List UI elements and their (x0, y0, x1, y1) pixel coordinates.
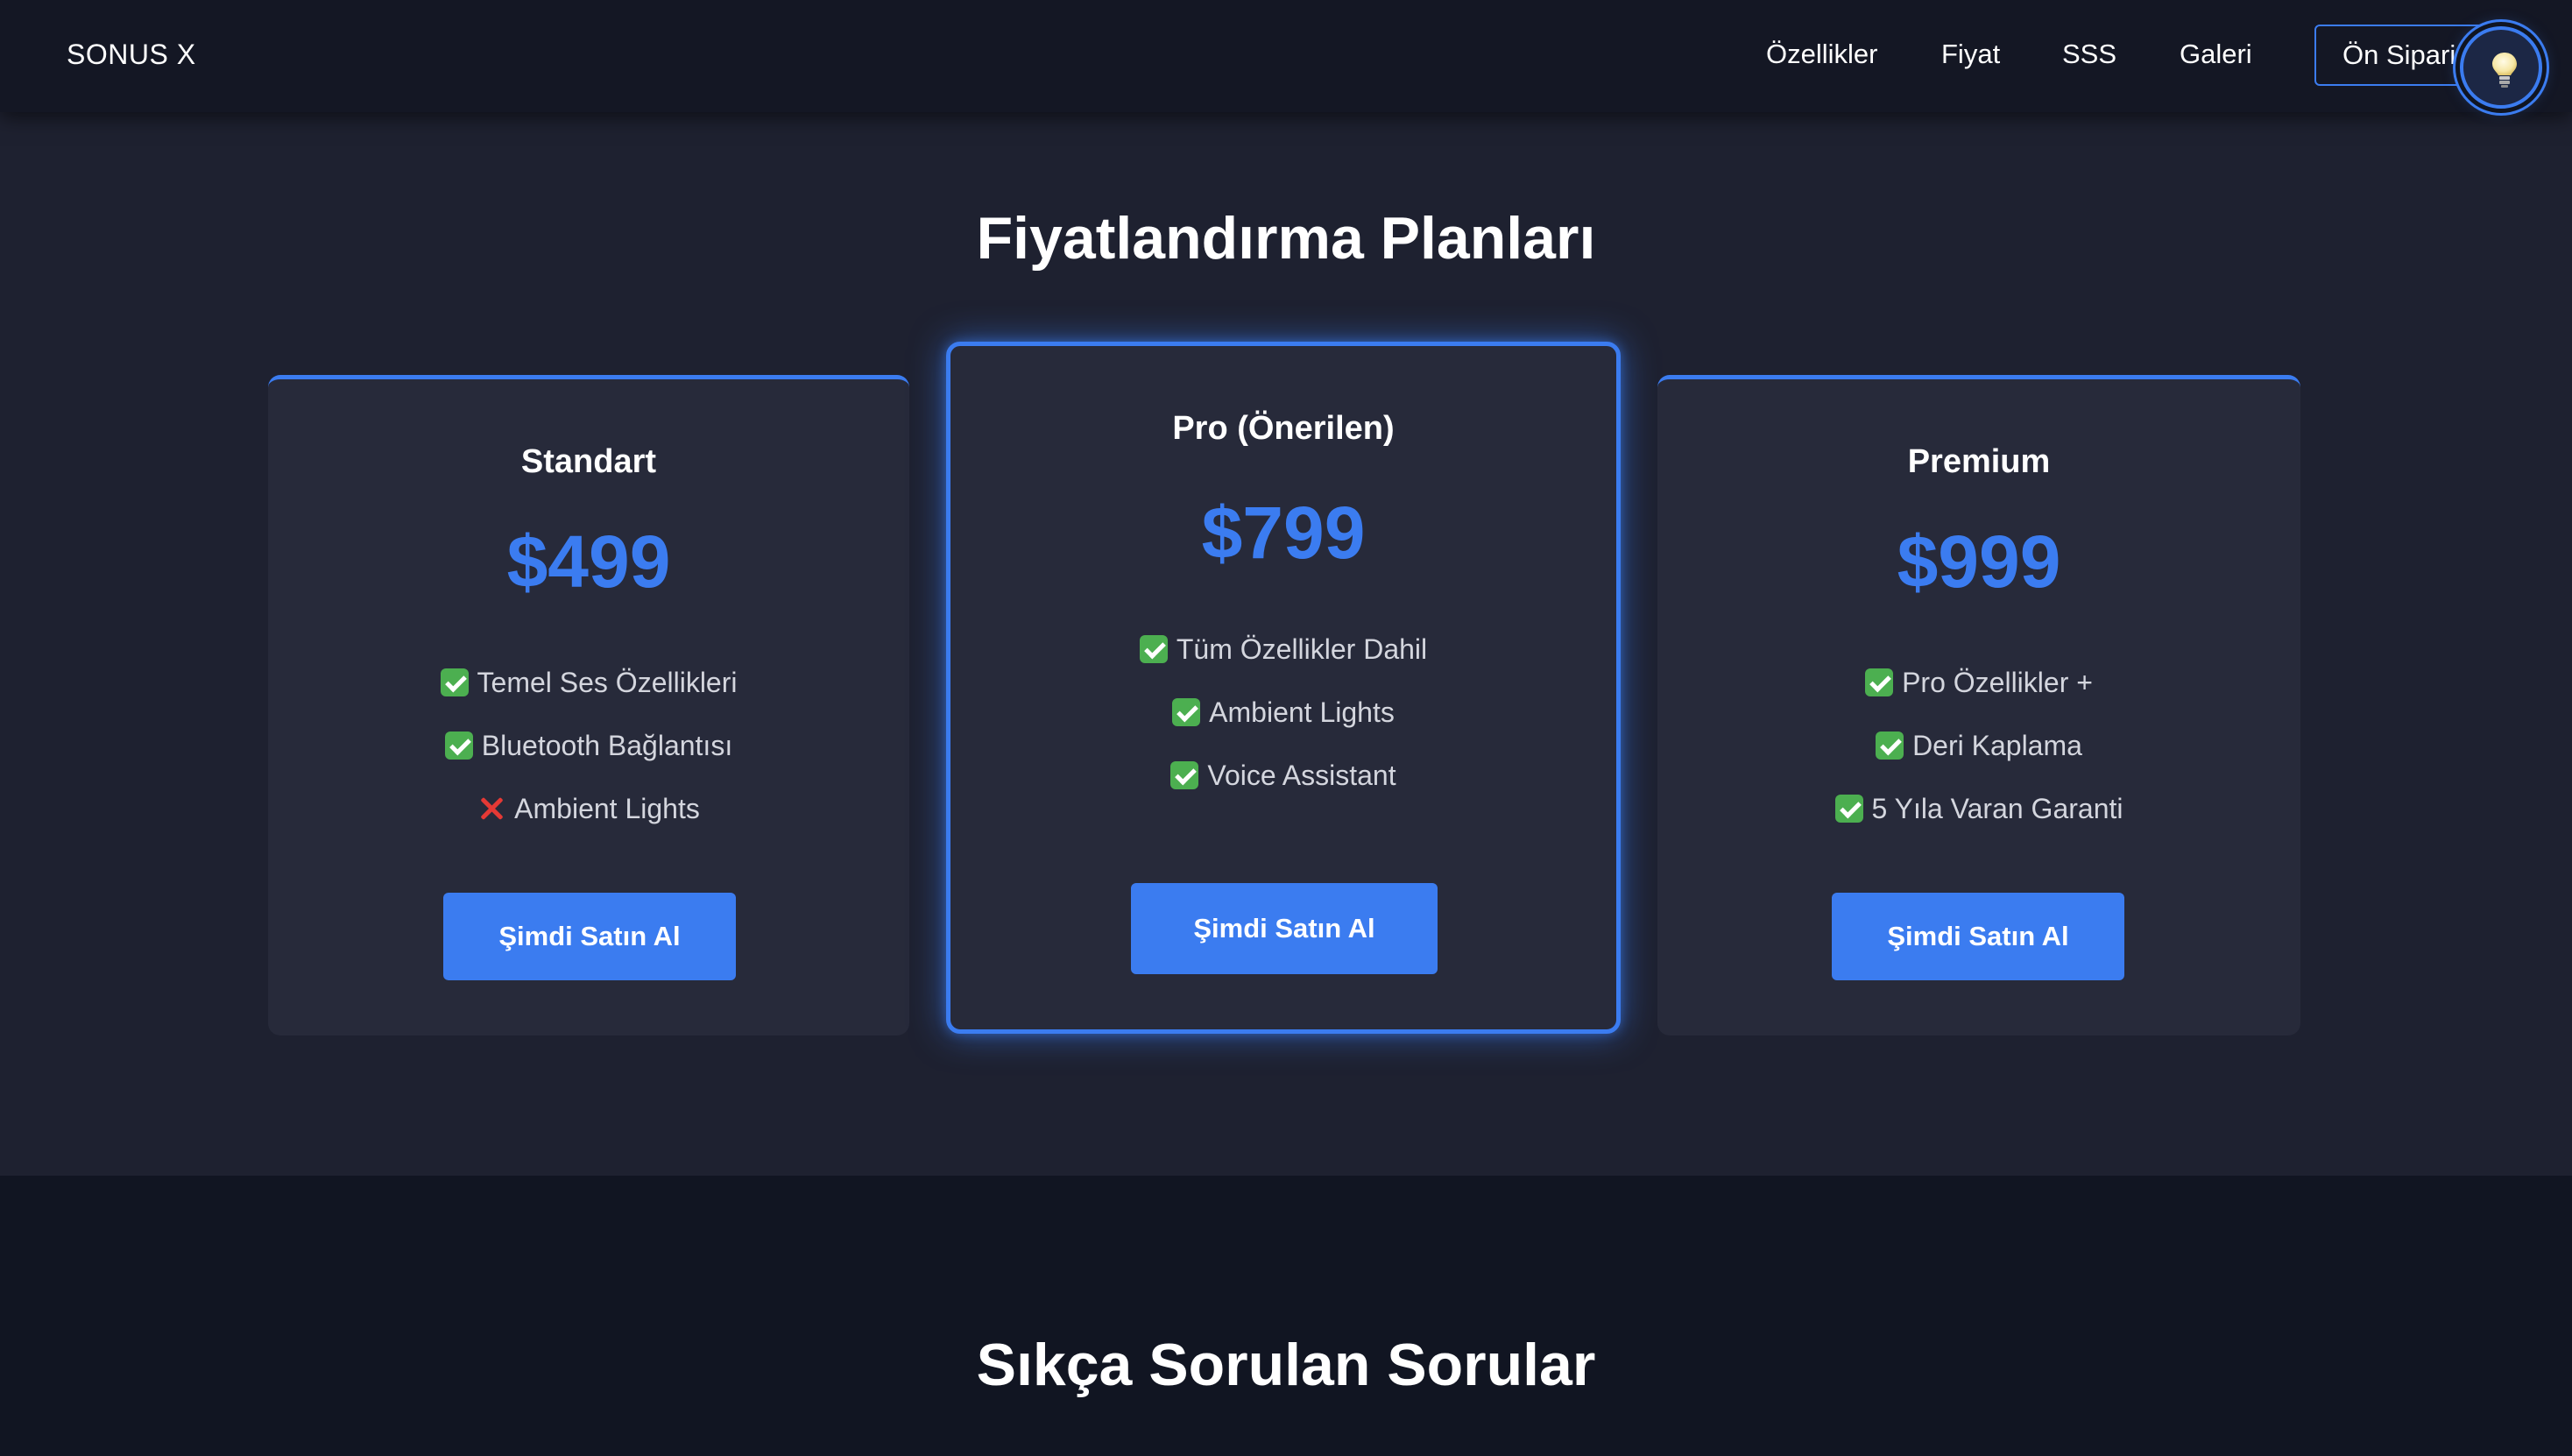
feature-item: Voice Assistant (950, 744, 1616, 807)
plan-price: $999 (1897, 520, 2061, 603)
feature-list: Tüm Özellikler Dahil Ambient Lights Voic… (950, 618, 1616, 807)
feature-text: Tüm Özellikler Dahil (1176, 633, 1428, 665)
faq-title: Sıkça Sorulan Sorular (976, 1332, 1596, 1398)
check-icon (1865, 668, 1894, 696)
brand-logo[interactable]: SONUS X (67, 37, 196, 72)
buy-button-pro[interactable]: Şimdi Satın Al (1131, 883, 1438, 974)
feature-item: Ambient Lights (268, 777, 909, 840)
plan-name: Pro (Önerilen) (1172, 410, 1395, 447)
feature-text: Voice Assistant (1207, 759, 1396, 791)
feature-text: Ambient Lights (514, 792, 700, 824)
pricing-title: Fiyatlandırma Planları (976, 205, 1596, 272)
lightbulb-icon (2492, 53, 2517, 88)
check-icon (1876, 732, 1904, 760)
nav-link-sss[interactable]: SSS (2062, 37, 2116, 72)
nav-link-ozellikler[interactable]: Özellikler (1766, 37, 1877, 72)
navbar: SONUS X Özellikler Fiyat SSS Galeri Ön S… (0, 0, 2572, 112)
plan-name: Standart (520, 443, 657, 480)
check-icon (440, 668, 469, 696)
cross-icon (477, 795, 505, 823)
check-icon (1834, 795, 1863, 823)
feature-text: 5 Yıla Varan Garanti (1871, 792, 2123, 824)
feature-item: Pro Özellikler + (1657, 651, 2300, 714)
feature-text: Temel Ses Özellikleri (477, 666, 738, 698)
buy-button-standart[interactable]: Şimdi Satın Al (443, 893, 736, 980)
check-icon (1139, 635, 1168, 663)
plan-price: $799 (1201, 491, 1366, 574)
nav-link-galeri[interactable]: Galeri (2180, 37, 2252, 72)
feature-item: Tüm Özellikler Dahil (950, 618, 1616, 681)
feature-text: Ambient Lights (1209, 696, 1395, 728)
nav-link-fiyat[interactable]: Fiyat (1941, 37, 2000, 72)
plan-card-premium: Premium $999 Pro Özellikler + Deri Kapla… (1657, 375, 2300, 1035)
check-icon (444, 732, 473, 760)
check-icon (1172, 698, 1201, 726)
feature-text: Bluetooth Bağlantısı (481, 729, 733, 761)
feature-item: 5 Yıla Varan Garanti (1657, 777, 2300, 840)
check-icon (1170, 761, 1199, 789)
feature-item: Temel Ses Özellikleri (268, 651, 909, 714)
plan-name: Premium (1907, 443, 2051, 480)
feature-text: Deri Kaplama (1912, 729, 2082, 761)
plan-card-pro: Pro (Önerilen) $799 Tüm Özellikler Dahil… (946, 342, 1621, 1034)
feature-item: Ambient Lights (950, 681, 1616, 744)
feature-item: Bluetooth Bağlantısı (268, 714, 909, 777)
feature-item: Deri Kaplama (1657, 714, 2300, 777)
feature-list: Temel Ses Özellikleri Bluetooth Bağlantı… (268, 651, 909, 840)
plan-price: $499 (506, 520, 671, 603)
feature-list: Pro Özellikler + Deri Kaplama 5 Yıla Var… (1657, 651, 2300, 840)
plan-card-standart: Standart $499 Temel Ses Özellikleri Blue… (268, 375, 909, 1035)
theme-toggle-button[interactable] (2460, 26, 2542, 109)
faq-section (0, 1176, 2572, 1456)
buy-button-premium[interactable]: Şimdi Satın Al (1832, 893, 2124, 980)
feature-text: Pro Özellikler + (1902, 666, 2093, 698)
